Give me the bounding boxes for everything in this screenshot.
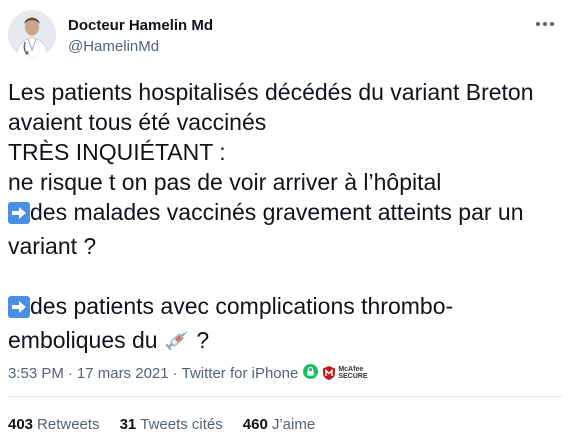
tweet-line: Les patients hospitalisés décédés du var… [8,79,534,105]
more-options-button[interactable] [532,14,558,34]
tweet-meta: 3:53 PM · 17 mars 2021 · Twitter for iPh… [8,362,368,384]
author-name[interactable]: Docteur Hamelin Md [68,17,213,34]
tweet-line-with-emoji: des malades vaccinés gravement atteints … [8,197,558,231]
tweet-line: des patients avec complications thrombo- [30,293,454,319]
likes-stat[interactable]: 460 J’aime [243,416,315,433]
tweet-date[interactable]: 17 mars 2021 [77,365,169,382]
tweet-stats: 403 Retweets 31 Tweets cités 460 J’aime [8,412,335,436]
quotes-label: Tweets cités [140,415,223,433]
tweet-source[interactable]: Twitter for iPhone [182,365,299,382]
more-dots-icon [536,22,554,26]
likes-count: 460 [242,415,268,433]
retweets-count: 403 [8,415,34,433]
tweet-line: avaient tous été vaccinés [8,109,267,135]
divider [8,396,562,397]
meta-separator: · [67,364,73,382]
tweet-time[interactable]: 3:53 PM [8,365,64,382]
tweet-text: Les patients hospitalisés décédés du var… [8,77,558,359]
tweet-line: ne risque t on pas de voir arriver à l’h… [8,169,442,195]
retweets-stat[interactable]: 403 Retweets [8,416,100,433]
syringe-emoji-icon [164,328,190,359]
arrow-right-emoji-icon [8,201,30,231]
mcafee-shield-icon [323,366,336,380]
tweet-line-with-emoji: des patients avec complications thrombo- [8,291,558,325]
likes-label: J’aime [271,415,316,433]
author-handle[interactable]: @HamelinMd [68,38,159,55]
quote-tweets-stat[interactable]: 31 Tweets cités [120,416,223,433]
mcafee-badge: McAfee SECURE [322,366,368,380]
secure-lock-icon [303,363,319,383]
mcafee-secure-label: SECURE [338,373,368,380]
tweet-card: Docteur Hamelin Md @HamelinMd Les patien… [0,0,570,447]
tweet-line: variant ? [8,233,97,259]
quotes-count: 31 [119,415,137,433]
tweet-header: Docteur Hamelin Md @HamelinMd [8,10,562,62]
tweet-line-with-emoji: emboliques du ? [8,325,558,359]
retweets-label: Retweets [37,415,100,433]
arrow-right-emoji-icon [8,295,30,325]
mcafee-label: McAfee [338,366,364,373]
tweet-line: emboliques du [8,327,158,353]
tweet-line: des malades vaccinés gravement atteints … [30,199,524,225]
doctor-avatar-icon [8,10,56,58]
meta-separator: · [172,364,178,382]
tweet-line: ? [196,327,210,353]
tweet-line: TRÈS INQUIÉTANT : [8,139,226,165]
avatar[interactable] [8,10,56,58]
